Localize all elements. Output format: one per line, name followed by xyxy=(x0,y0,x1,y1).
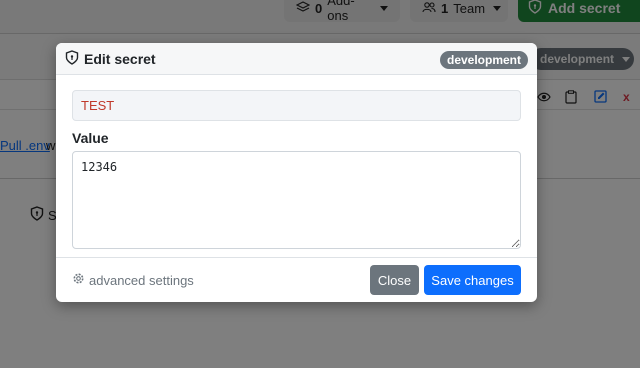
secret-value-textarea[interactable]: 12346 xyxy=(72,151,521,249)
shield-icon xyxy=(65,49,79,68)
edit-secret-modal: Edit secret development Value 12346 adva… xyxy=(56,43,537,302)
secret-key-field[interactable] xyxy=(72,90,521,121)
modal-header: Edit secret development xyxy=(56,43,537,75)
modal-title-text: Edit secret xyxy=(84,50,156,67)
gear-icon xyxy=(72,272,85,288)
modal-footer: advanced settings Close Save changes xyxy=(56,257,537,302)
close-button[interactable]: Close xyxy=(370,265,419,295)
modal-body: Value 12346 xyxy=(56,75,537,249)
environment-badge: development xyxy=(439,51,528,69)
advanced-settings-label: advanced settings xyxy=(89,272,194,288)
value-label: Value xyxy=(72,130,109,146)
modal-title: Edit secret xyxy=(65,49,156,68)
save-changes-button[interactable]: Save changes xyxy=(424,265,521,295)
advanced-settings-link[interactable]: advanced settings xyxy=(72,272,194,288)
